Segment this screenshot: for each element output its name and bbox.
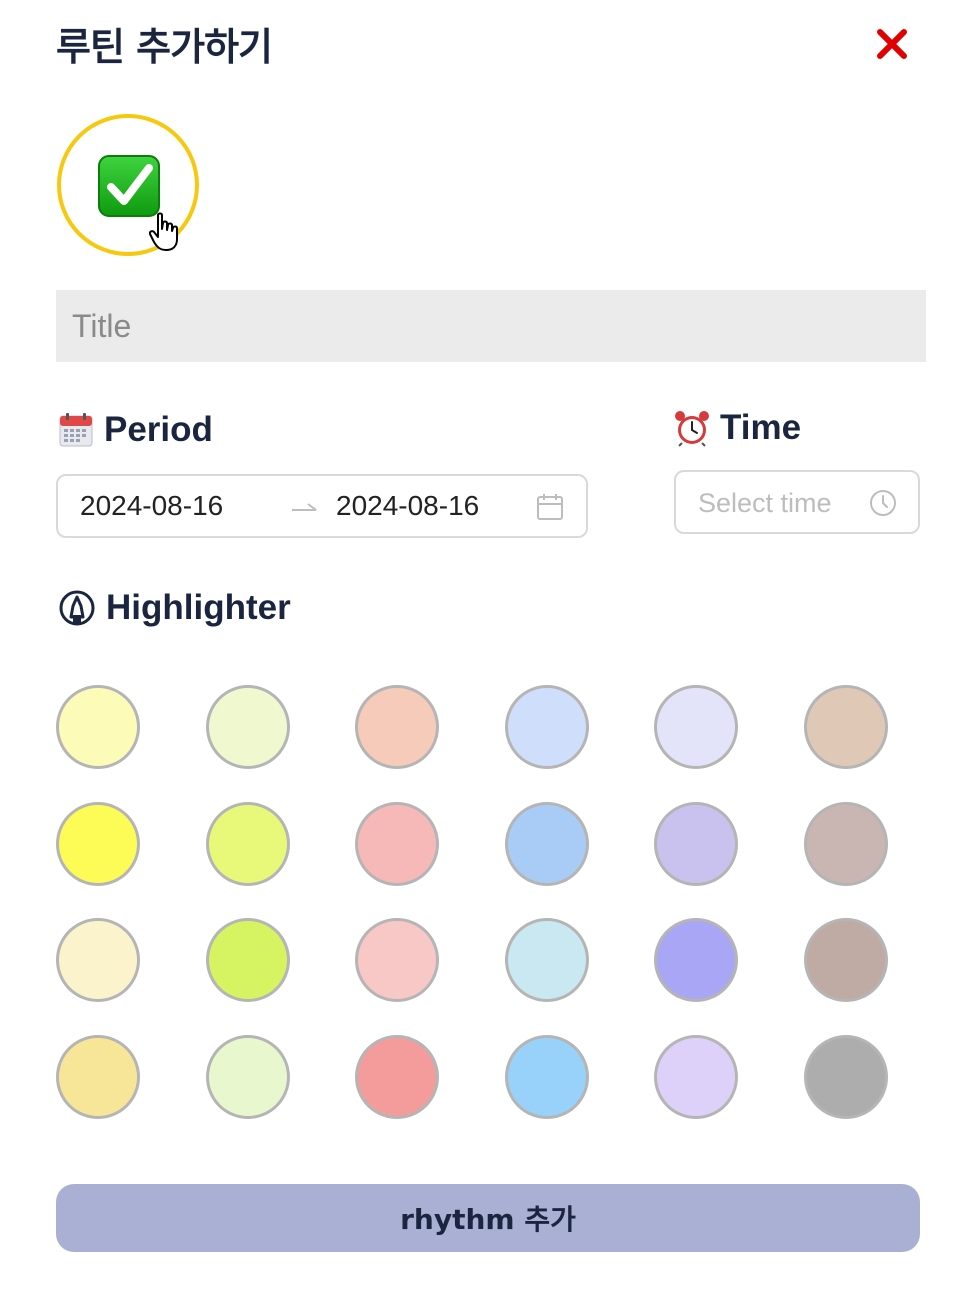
calendar-emoji-icon: [59, 413, 93, 447]
highlighter-color-swatch[interactable]: [355, 1035, 440, 1120]
clock-icon: [870, 490, 896, 516]
highlighter-color-swatch[interactable]: [205, 918, 290, 1003]
highlighter-color-swatch[interactable]: [804, 685, 888, 769]
close-icon: [877, 29, 907, 59]
highlighter-label: Highlighter: [58, 588, 291, 628]
calendar-icon: [537, 494, 563, 520]
highlighter-color-swatch[interactable]: [504, 1035, 589, 1120]
highlighter-color-swatch[interactable]: [355, 918, 440, 1003]
highlighter-color-swatch[interactable]: [355, 801, 440, 886]
highlighter-color-swatch[interactable]: [654, 918, 739, 1003]
hand-cursor-icon: [149, 212, 178, 251]
close-button[interactable]: [872, 24, 912, 64]
time-label: Time: [674, 408, 801, 448]
highlighter-color-swatch[interactable]: [56, 918, 140, 1003]
time-picker[interactable]: Select time: [674, 470, 920, 534]
emoji-picker-button[interactable]: [57, 114, 199, 256]
time-placeholder: Select time: [698, 488, 832, 518]
highlighter-color-swatch[interactable]: [504, 801, 589, 886]
highlighter-color-swatch[interactable]: [804, 801, 888, 886]
highlighter-color-swatch[interactable]: [355, 685, 440, 769]
check-mark-button-icon: [98, 155, 160, 217]
highlighter-color-swatch[interactable]: [804, 918, 888, 1003]
end-date[interactable]: 2024-08-16: [336, 490, 479, 522]
time-label-text: Time: [720, 408, 802, 447]
period-label-text: Period: [104, 410, 213, 449]
highlighter-icon: [59, 590, 95, 626]
date-range-picker[interactable]: 2024-08-16 2024-08-16: [56, 474, 588, 538]
highlighter-label-text: Highlighter: [106, 588, 291, 627]
highlighter-color-swatch[interactable]: [205, 801, 290, 886]
highlighter-color-swatch[interactable]: [804, 1035, 888, 1120]
highlighter-color-swatch[interactable]: [56, 1035, 140, 1120]
highlighter-color-swatch[interactable]: [56, 801, 140, 886]
highlighter-color-swatch[interactable]: [654, 801, 739, 886]
highlighter-color-swatch[interactable]: [654, 1035, 739, 1120]
highlighter-color-swatch[interactable]: [205, 1035, 290, 1120]
alarm-clock-emoji-icon: [675, 411, 709, 447]
highlighter-color-swatch[interactable]: [504, 685, 589, 769]
start-date[interactable]: 2024-08-16: [80, 490, 223, 522]
title-input[interactable]: [56, 290, 926, 362]
highlighter-color-swatch[interactable]: [56, 685, 140, 769]
period-label: Period: [58, 410, 213, 450]
highlighter-color-swatch[interactable]: [504, 918, 589, 1003]
modal-title: 루틴 추가하기: [56, 25, 273, 69]
arrow-right-icon: [292, 503, 317, 511]
highlighter-color-swatch[interactable]: [654, 685, 739, 769]
add-rhythm-button[interactable]: rhythm 추가: [56, 1184, 920, 1252]
highlighter-color-swatch[interactable]: [205, 685, 290, 769]
add-routine-modal: 루틴 추가하기 Title Period 2024-08-16 2024-08-…: [0, 0, 978, 1298]
